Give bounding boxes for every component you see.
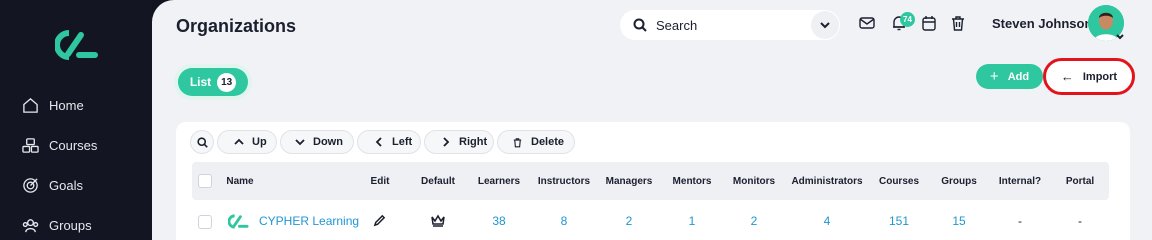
- tab-list-label: List: [189, 75, 212, 89]
- cell-portal: -: [1078, 214, 1082, 228]
- cell-instructors[interactable]: 8: [561, 214, 568, 228]
- column-header-courses[interactable]: Courses: [879, 176, 919, 187]
- pencil-icon[interactable]: [373, 214, 386, 227]
- user-menu-chevron-icon[interactable]: [1114, 30, 1126, 42]
- search-dropdown-button[interactable]: [811, 11, 839, 39]
- column-header-groups[interactable]: Groups: [941, 176, 977, 187]
- column-header-edit[interactable]: Edit: [371, 176, 390, 187]
- cell-learners[interactable]: 38: [492, 214, 505, 228]
- sidebar-item-label: Courses: [49, 137, 98, 153]
- cell-monitors[interactable]: 2: [751, 214, 758, 228]
- cell-internal: -: [1018, 214, 1022, 228]
- sidebar-item-home[interactable]: Home: [22, 93, 84, 117]
- import-button-label: Import: [1082, 70, 1118, 83]
- move-up-button[interactable]: Up: [217, 130, 277, 154]
- column-header-portal[interactable]: Portal: [1066, 176, 1094, 187]
- chevron-left-icon: [374, 137, 384, 147]
- sidebar-item-label: Groups: [49, 217, 92, 233]
- cell-administrators[interactable]: 4: [824, 214, 831, 228]
- trash-icon[interactable]: [949, 14, 967, 32]
- add-button[interactable]: + Add: [976, 64, 1043, 89]
- groups-icon: [22, 218, 39, 232]
- move-right-label: Right: [459, 136, 488, 148]
- trash-icon: [512, 137, 523, 148]
- organization-name-link[interactable]: CYPHER Learning: [259, 214, 359, 228]
- organization-logo-icon: [228, 214, 249, 229]
- chevron-up-icon: [234, 137, 244, 147]
- goals-icon: [23, 177, 38, 193]
- chevron-down-icon: [295, 137, 305, 147]
- cell-mentors[interactable]: 1: [689, 214, 696, 228]
- courses-icon: [22, 137, 39, 153]
- table-toolbar: Up Down Left Right Delete: [190, 130, 575, 154]
- move-up-label: Up: [252, 136, 267, 148]
- sidebar-item-label: Home: [49, 97, 84, 113]
- column-header-name[interactable]: Name: [226, 176, 253, 187]
- plus-icon: +: [989, 68, 999, 85]
- search-icon: [633, 18, 647, 32]
- move-left-label: Left: [392, 136, 413, 148]
- organizations-panel: Up Down Left Right Delete Name Edit Defa…: [176, 122, 1130, 240]
- import-button[interactable]: ← Import: [1043, 58, 1135, 95]
- search-box[interactable]: Search: [620, 10, 840, 40]
- cell-courses[interactable]: 151: [889, 214, 909, 228]
- column-header-monitors[interactable]: Monitors: [733, 176, 775, 187]
- column-header-learners[interactable]: Learners: [478, 176, 520, 187]
- search-label[interactable]: Search: [656, 18, 811, 33]
- column-header-administrators[interactable]: Administrators: [791, 176, 862, 187]
- tab-list[interactable]: List 13: [178, 68, 248, 96]
- column-header-instructors[interactable]: Instructors: [538, 176, 590, 187]
- cell-groups[interactable]: 15: [952, 214, 965, 228]
- column-header-mentors[interactable]: Mentors: [673, 176, 712, 187]
- tab-list-count: 13: [217, 72, 237, 92]
- move-right-button[interactable]: Right: [424, 130, 494, 154]
- sidebar: Home Courses Goals Groups: [0, 0, 152, 240]
- chevron-down-icon: [820, 22, 830, 29]
- delete-label: Delete: [531, 136, 565, 148]
- search-icon: [196, 136, 208, 148]
- chevron-right-icon: [441, 137, 451, 147]
- move-down-label: Down: [313, 136, 343, 148]
- row-checkbox[interactable]: [198, 215, 212, 229]
- sidebar-item-courses[interactable]: Courses: [22, 133, 97, 157]
- home-icon: [23, 97, 38, 113]
- delete-button[interactable]: Delete: [497, 130, 575, 154]
- crown-icon[interactable]: [431, 214, 445, 227]
- sidebar-item-goals[interactable]: Goals: [22, 173, 83, 197]
- move-left-button[interactable]: Left: [357, 130, 421, 154]
- cell-managers[interactable]: 2: [626, 214, 633, 228]
- calendar-icon[interactable]: [920, 14, 938, 32]
- mail-icon[interactable]: [858, 14, 876, 32]
- table-search-button[interactable]: [190, 130, 214, 154]
- column-header-internal[interactable]: Internal?: [999, 176, 1041, 187]
- select-all-checkbox[interactable]: [198, 174, 212, 188]
- add-button-label: Add: [1007, 70, 1030, 83]
- table-header: Name Edit Default Learners Instructors M…: [192, 162, 1109, 200]
- column-header-managers[interactable]: Managers: [606, 176, 653, 187]
- app-logo[interactable]: [55, 30, 99, 60]
- move-down-button[interactable]: Down: [280, 130, 354, 154]
- page-title: Organizations: [176, 16, 297, 36]
- arrow-left-icon: ←: [1060, 69, 1074, 84]
- user-name[interactable]: Steven Johnson: [992, 16, 1092, 31]
- main-content: Organizations Search 74 Steven Johnson L…: [152, 0, 1152, 240]
- column-header-default[interactable]: Default: [421, 176, 455, 187]
- notification-badge: 74: [900, 12, 915, 27]
- sidebar-item-groups[interactable]: Groups: [22, 213, 92, 237]
- sidebar-item-label: Goals: [49, 177, 83, 193]
